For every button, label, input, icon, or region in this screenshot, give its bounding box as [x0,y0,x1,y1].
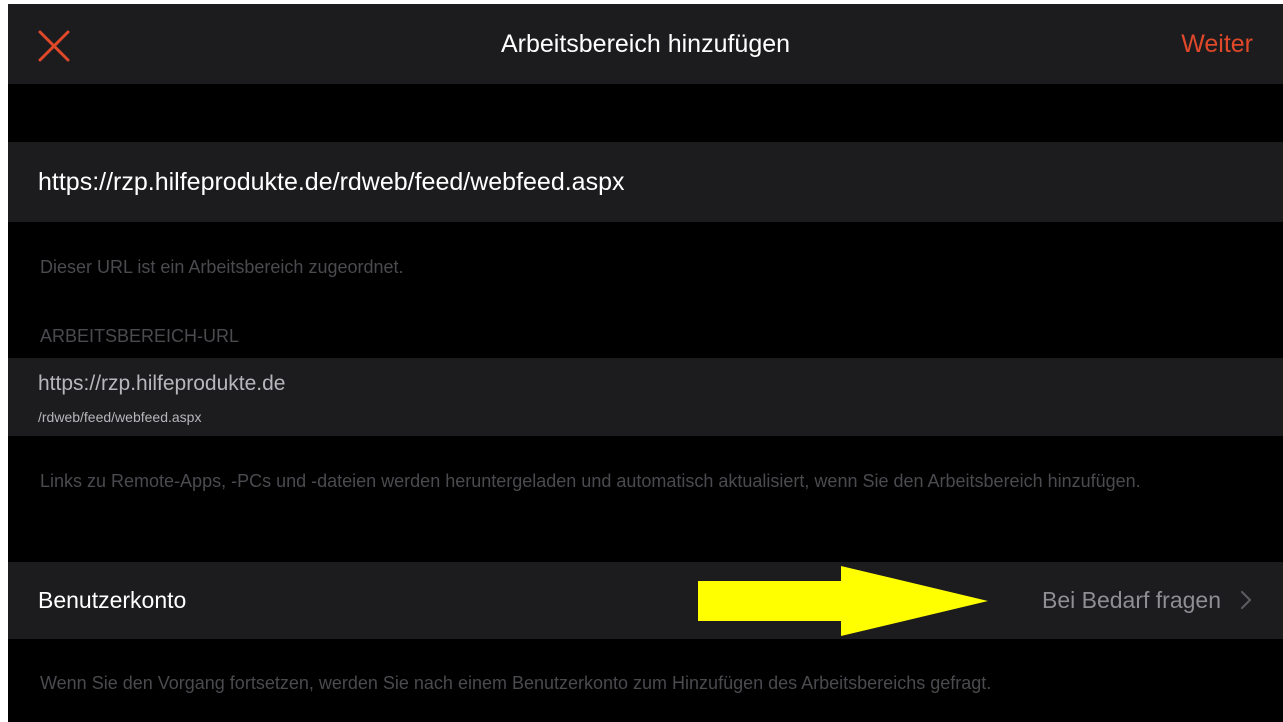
navigation-bar: Arbeitsbereich hinzufügen Weiter [8,4,1283,84]
close-button[interactable] [36,28,72,64]
url-footnote: Dieser URL ist ein Arbeitsbereich zugeor… [40,257,404,277]
user-account-row[interactable]: Benutzerkonto Bei Bedarf fragen [8,562,1283,639]
add-workspace-screen: Arbeitsbereich hinzufügen Weiter Dieser … [8,4,1283,722]
url-field-row [8,142,1283,222]
workspace-url-path: /rdweb/feed/webfeed.aspx [38,409,202,425]
account-footnote: Wenn Sie den Vorgang fortsetzen, werden … [40,673,992,693]
workspace-footnote: Links zu Remote-Apps, -PCs und -dateien … [40,471,1141,491]
page-title: Arbeitsbereich hinzufügen [500,30,791,58]
user-account-label: Benutzerkonto [38,587,187,613]
workspace-url-header: ARBEITSBEREICH-URL [40,326,240,346]
workspace-url-host: https://rzp.hilfeprodukte.de [38,372,286,395]
next-button[interactable]: Weiter [1181,4,1253,84]
workspace-url-row: https://rzp.hilfeprodukte.de /rdweb/feed… [8,358,1283,436]
yellow-arrow-icon [698,566,988,636]
close-icon [38,30,70,62]
chevron-right-icon [1240,590,1252,610]
url-input[interactable] [38,142,1238,222]
user-account-value: Bei Bedarf fragen [1041,587,1221,613]
